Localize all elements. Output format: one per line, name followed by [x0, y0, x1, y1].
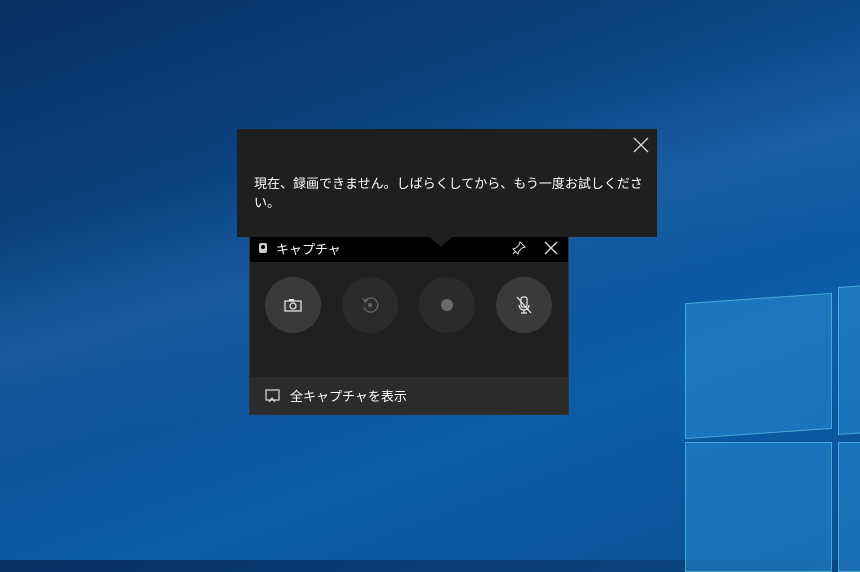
close-icon[interactable]	[542, 239, 560, 257]
windows-logo-pane	[838, 442, 860, 572]
capture-widget-icon	[259, 243, 267, 253]
screenshot-button[interactable]	[265, 277, 321, 333]
record-dot-icon	[441, 299, 453, 311]
record-last-30s-button[interactable]	[342, 277, 398, 333]
toast-message: 現在、録画できません。しばらくしてから、もう一度お試しください。	[254, 177, 643, 211]
replay-icon	[362, 297, 379, 313]
mic-off-icon	[516, 296, 532, 314]
widget-title: キャプチャ	[276, 242, 341, 258]
pin-icon[interactable]	[510, 239, 528, 257]
microphone-toggle-button[interactable]	[496, 277, 552, 333]
windows-logo-pane	[838, 284, 860, 436]
start-recording-button[interactable]	[419, 277, 475, 333]
windows-logo-pane	[685, 292, 832, 440]
toast-pointer	[430, 237, 452, 247]
show-all-captures-button[interactable]: 全キャプチャを表示	[250, 377, 568, 414]
widget-header[interactable]: キャプチャ	[250, 234, 568, 262]
show-all-captures-label: 全キャプチャを表示	[290, 390, 407, 405]
windows-logo-pane	[685, 442, 832, 572]
error-toast: 現在、録画できません。しばらくしてから、もう一度お試しください。	[237, 129, 657, 237]
camera-icon	[284, 299, 302, 312]
gallery-icon	[265, 388, 280, 402]
close-icon[interactable]	[633, 137, 649, 153]
capture-widget: キャプチャ 全キャプチャを表示	[249, 233, 569, 415]
